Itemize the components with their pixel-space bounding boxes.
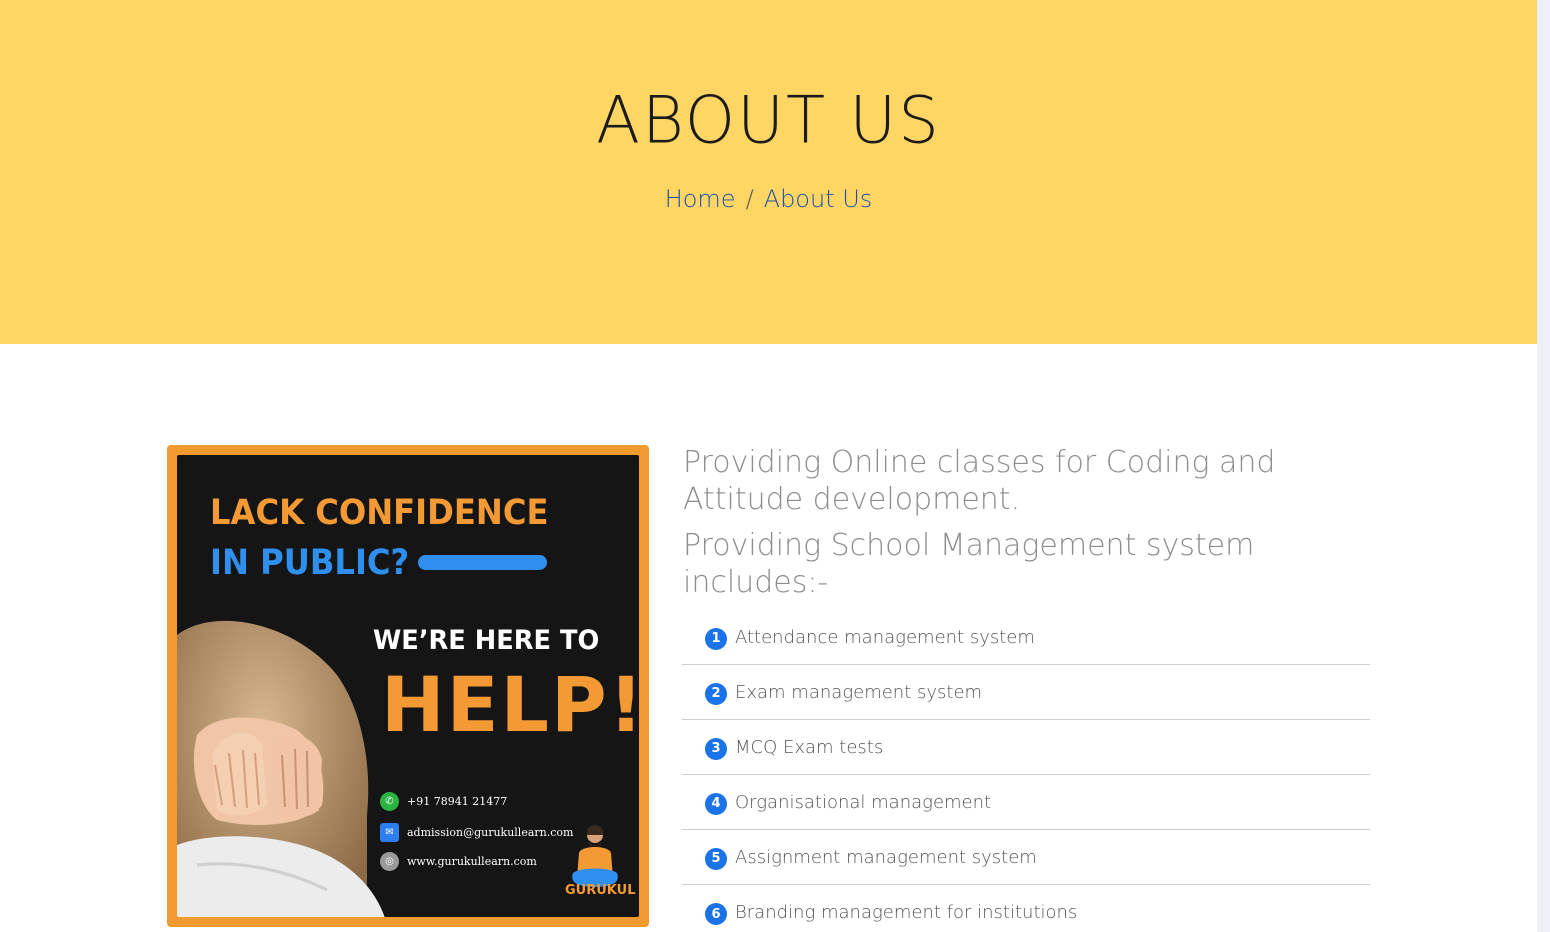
number-6-icon: 6 bbox=[705, 903, 727, 925]
feature-list: 1 Attendance management system 2 Exam ma… bbox=[682, 610, 1370, 932]
poster-help-text: HELP! bbox=[381, 660, 639, 749]
feature-label: Branding management for institutions bbox=[735, 902, 1078, 923]
poster-email: ✉ admission@gurukullearn.com bbox=[380, 823, 573, 842]
poster-phone: ✆ +91 78941 21477 bbox=[380, 792, 507, 811]
feature-label: Attendance management system bbox=[735, 626, 1035, 648]
feature-label: Organisational management bbox=[735, 791, 992, 813]
list-item: 6 Branding management for institutions bbox=[682, 885, 1370, 932]
poster-headline-2: IN PUBLIC? bbox=[210, 543, 410, 583]
child-covering-face-illustration bbox=[177, 620, 385, 917]
page-scrollbar[interactable] bbox=[1537, 0, 1550, 932]
number-4-icon: 4 bbox=[705, 792, 727, 815]
poster-canvas: LACK CONFIDENCE IN PUBLIC? WE’RE HERE TO… bbox=[177, 455, 639, 917]
mail-icon: ✉ bbox=[380, 823, 399, 842]
number-1-icon: 1 bbox=[705, 627, 727, 650]
poster-headline-1: LACK CONFIDENCE bbox=[210, 493, 549, 533]
intro-coding-classes: Providing Online classes for Coding and … bbox=[683, 445, 1276, 517]
breadcrumb-current: About Us bbox=[763, 185, 873, 213]
number-2-icon: 2 bbox=[705, 682, 727, 705]
feature-label: MCQ Exam tests bbox=[735, 736, 884, 758]
poster-subheadline: WE’RE HERE TO bbox=[373, 625, 600, 656]
list-item: 3 MCQ Exam tests bbox=[682, 720, 1370, 775]
globe-icon: ◎ bbox=[380, 852, 399, 871]
feature-label: Assignment management system bbox=[735, 846, 1037, 868]
number-5-icon: 5 bbox=[705, 847, 727, 870]
list-item: 4 Organisational management bbox=[682, 775, 1370, 830]
whatsapp-icon: ✆ bbox=[380, 792, 399, 811]
promo-poster-image: LACK CONFIDENCE IN PUBLIC? WE’RE HERE TO… bbox=[167, 445, 649, 927]
breadcrumb-separator: / bbox=[745, 185, 754, 213]
list-item: 2 Exam management system bbox=[682, 665, 1370, 720]
poster-website: ◎ www.gurukullearn.com bbox=[380, 852, 537, 871]
poster-accent-bar bbox=[418, 555, 547, 570]
intro-school-management: Providing School Management system inclu… bbox=[683, 528, 1255, 600]
poster-email-text: admission@gurukullearn.com bbox=[407, 826, 574, 839]
feature-label: Exam management system bbox=[735, 681, 983, 703]
poster-phone-text: +91 78941 21477 bbox=[407, 795, 508, 808]
gurukul-logo-text: GURUKUL bbox=[565, 883, 636, 898]
list-item: 1 Attendance management system bbox=[682, 610, 1370, 665]
list-item: 5 Assignment management system bbox=[682, 830, 1370, 885]
page-hero: ABOUT US Home / About Us bbox=[0, 0, 1537, 344]
number-3-icon: 3 bbox=[705, 737, 727, 760]
breadcrumb: Home / About Us bbox=[0, 185, 1537, 213]
breadcrumb-home-link[interactable]: Home bbox=[665, 185, 736, 213]
poster-website-text: www.gurukullearn.com bbox=[407, 855, 537, 868]
page-title: ABOUT US bbox=[596, 83, 941, 159]
